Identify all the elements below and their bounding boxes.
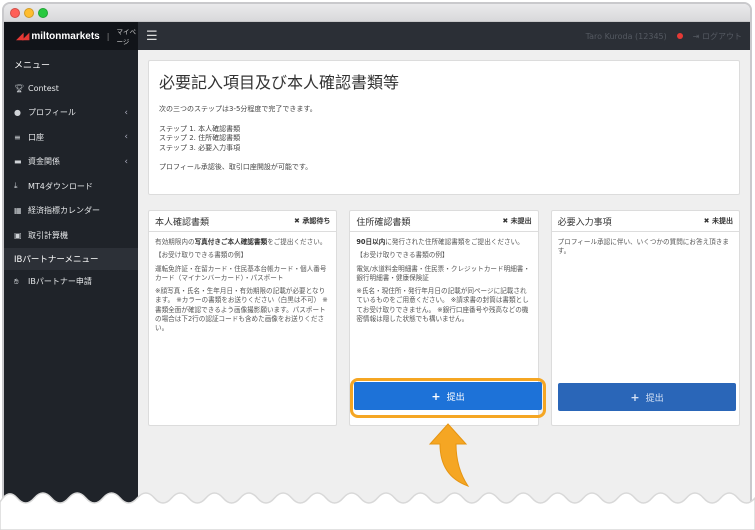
intro-panel: 必要記入項目及び本人確認書類等 次の三つのステップは3-5分程度で完了できます。…: [148, 60, 740, 195]
notification-dot-icon[interactable]: [676, 33, 683, 39]
sidebar-item-profile[interactable]: ● プロフィール ‹: [4, 101, 138, 126]
minimize-window-button[interactable]: [24, 8, 34, 18]
logout-link[interactable]: ⇥ ログアウト: [693, 31, 742, 42]
card-text: 有効期限内の写真付きご本人確認書類をご提出ください。: [155, 238, 327, 246]
card-title: 本人確認書類: [155, 217, 210, 228]
card-text: ※氏名・現住所・発行年月日の記載が同ページに記載されているものをご用意ください。…: [356, 287, 529, 324]
plus-icon: +: [431, 389, 441, 403]
milton-logo-icon: ◢◢: [16, 30, 29, 42]
brand-name: miltonmarkets: [31, 30, 100, 42]
card-text: 運転免許証・在留カード・住民基本台帳カード・個人番号カード（マイナンバーカード）…: [155, 264, 327, 282]
input-submit-button[interactable]: + 提出: [558, 383, 736, 411]
maximize-window-button[interactable]: [38, 8, 48, 18]
intro-lead: 次の三つのステップは3-5分程度で完了できます。: [159, 105, 317, 113]
card-text: ※顔写真・氏名・生年月日・有効期限の記載が必要となります。 ※カラーの書類をお送…: [155, 287, 328, 333]
plus-icon: +: [630, 390, 640, 404]
close-window-button[interactable]: [10, 8, 20, 18]
torn-edge-decoration: [0, 492, 755, 530]
brand-separator: |: [106, 31, 110, 41]
mypage-link[interactable]: マイページ: [116, 26, 138, 46]
sidebar-item-label: 資金関係: [28, 157, 60, 167]
sidebar-item-label: IBパートナー申請: [28, 277, 92, 287]
sidebar-section-ib: IBパートナーメニュー: [4, 247, 138, 270]
sidebar-item-label: 口座: [28, 132, 44, 142]
chevron-left-icon: ‹: [124, 156, 128, 167]
status-badge: ✖ 未提出: [703, 217, 733, 225]
card-text: プロフィール承認に伴い、いくつかの質問にお答え頂きます。: [557, 238, 729, 256]
sidebar-item-label: MT4ダウンロード: [28, 181, 93, 191]
card-text: 【お受け取りできる書類の例】: [356, 251, 449, 260]
sidebar-item-account[interactable]: ≡ 口座 ‹: [4, 125, 138, 150]
sidebar-item-label: Contest: [28, 83, 59, 93]
sidebar-item-contest[interactable]: 🏆︎ Contest: [4, 76, 138, 101]
sidebar-item-calendar[interactable]: ▦ 経済指標カレンダー: [4, 199, 138, 224]
step-item: ステップ 3. 必要入力事項: [159, 143, 241, 152]
trophy-icon: 🏆︎: [14, 83, 25, 93]
page-title: 必要記入項目及び本人確認書類等: [159, 73, 400, 92]
top-nav: ☰ Taro Kuroda (12345) ⇥ ログアウト: [138, 22, 750, 50]
handshake-icon: ✋︎: [14, 276, 19, 286]
sidebar-item-label: プロフィール: [28, 108, 76, 118]
card-body: プロフィール承認に伴い、いくつかの質問にお答え頂きます。: [552, 232, 739, 267]
brand-logo[interactable]: ◢◢ miltonmarkets | マイページ: [4, 22, 138, 50]
card-body: 90日以内に発行された住所確認書類をご提出ください。 【お受け取りできる書類の例…: [350, 232, 537, 334]
card-header: 必要入力事項 ✖ 未提出: [551, 211, 739, 232]
sidebar-heading: メニュー: [14, 61, 51, 71]
logout-label: ログアウト: [702, 31, 742, 41]
address-submit-button[interactable]: + 提出: [354, 382, 542, 410]
status-badge: ✖ 未提出: [502, 217, 532, 225]
card-header: 本人確認書類 ✖ 承認待ち: [149, 211, 337, 232]
chevron-left-icon: ‹: [124, 132, 128, 143]
curved-arrow-icon: [428, 423, 470, 487]
sidebar-item-ib-apply[interactable]: ✋︎ IBパートナー申請: [4, 270, 138, 295]
sidebar-item-label: 経済指標カレンダー: [28, 206, 100, 216]
top-nav-right: Taro Kuroda (12345) ⇥ ログアウト: [586, 31, 742, 42]
wallet-icon: ▬: [14, 157, 22, 167]
card-text: 電気/水道料金明細書・住民票・クレジットカード明細書・銀行明細書・健康保険証: [356, 264, 530, 282]
browser-window: ◢◢ miltonmarkets | マイページ ☰ Taro Kuroda (…: [2, 2, 752, 518]
submit-label: 提出: [446, 392, 465, 403]
step-list: ステップ 1. 本人確認書類 ステップ 2. 住所確認書類 ステップ 3. 必要…: [159, 125, 729, 154]
list-icon: ≡: [14, 132, 21, 142]
card-title: 住所確認書類: [356, 217, 411, 228]
calculator-icon: ▣: [14, 230, 22, 240]
sidebar-item-label: 取引計算機: [28, 230, 68, 240]
sidebar-item-funds[interactable]: ▬ 資金関係 ‹: [4, 150, 138, 175]
intro-note: プロフィール承認後、取引口座開設が可能です。: [159, 163, 313, 171]
card-header: 住所確認書類 ✖ 未提出: [350, 211, 538, 232]
window-titlebar: [4, 4, 750, 22]
sidebar-item-calculator[interactable]: ▣ 取引計算機: [4, 223, 138, 248]
user-name: Taro Kuroda (12345): [585, 31, 667, 41]
status-badge: ✖ 承認待ち: [294, 217, 331, 225]
card-title: 必要入力事項: [557, 217, 612, 228]
sidebar-item-mt4-download[interactable]: ⤓ MT4ダウンロード: [4, 174, 138, 199]
user-icon: ●: [14, 108, 21, 118]
card-text: 90日以内に発行された住所確認書類をご提出ください。: [356, 238, 524, 246]
submit-label: 提出: [645, 393, 664, 404]
calendar-icon: ▦: [14, 206, 22, 216]
card-body: 有効期限内の写真付きご本人確認書類をご提出ください。 【お受け取りできる書類の例…: [149, 232, 336, 344]
card-text: 【お受け取りできる書類の例】: [155, 251, 248, 260]
chevron-left-icon: ‹: [124, 107, 128, 118]
step-item: ステップ 1. 本人確認書類: [159, 124, 241, 133]
sidebar: メニュー 🏆︎ Contest ● プロフィール ‹ ≡ 口座 ‹ ▬ 資金関係…: [4, 50, 138, 516]
card-identity: 本人確認書類 ✖ 承認待ち 有効期限内の写真付きご本人確認書類をご提出ください。…: [148, 210, 338, 426]
hamburger-icon[interactable]: ☰: [146, 29, 158, 44]
step-item: ステップ 2. 住所確認書類: [159, 134, 241, 142]
top-bar: ◢◢ miltonmarkets | マイページ ☰ Taro Kuroda (…: [4, 22, 750, 50]
download-icon: ⤓: [14, 181, 18, 191]
